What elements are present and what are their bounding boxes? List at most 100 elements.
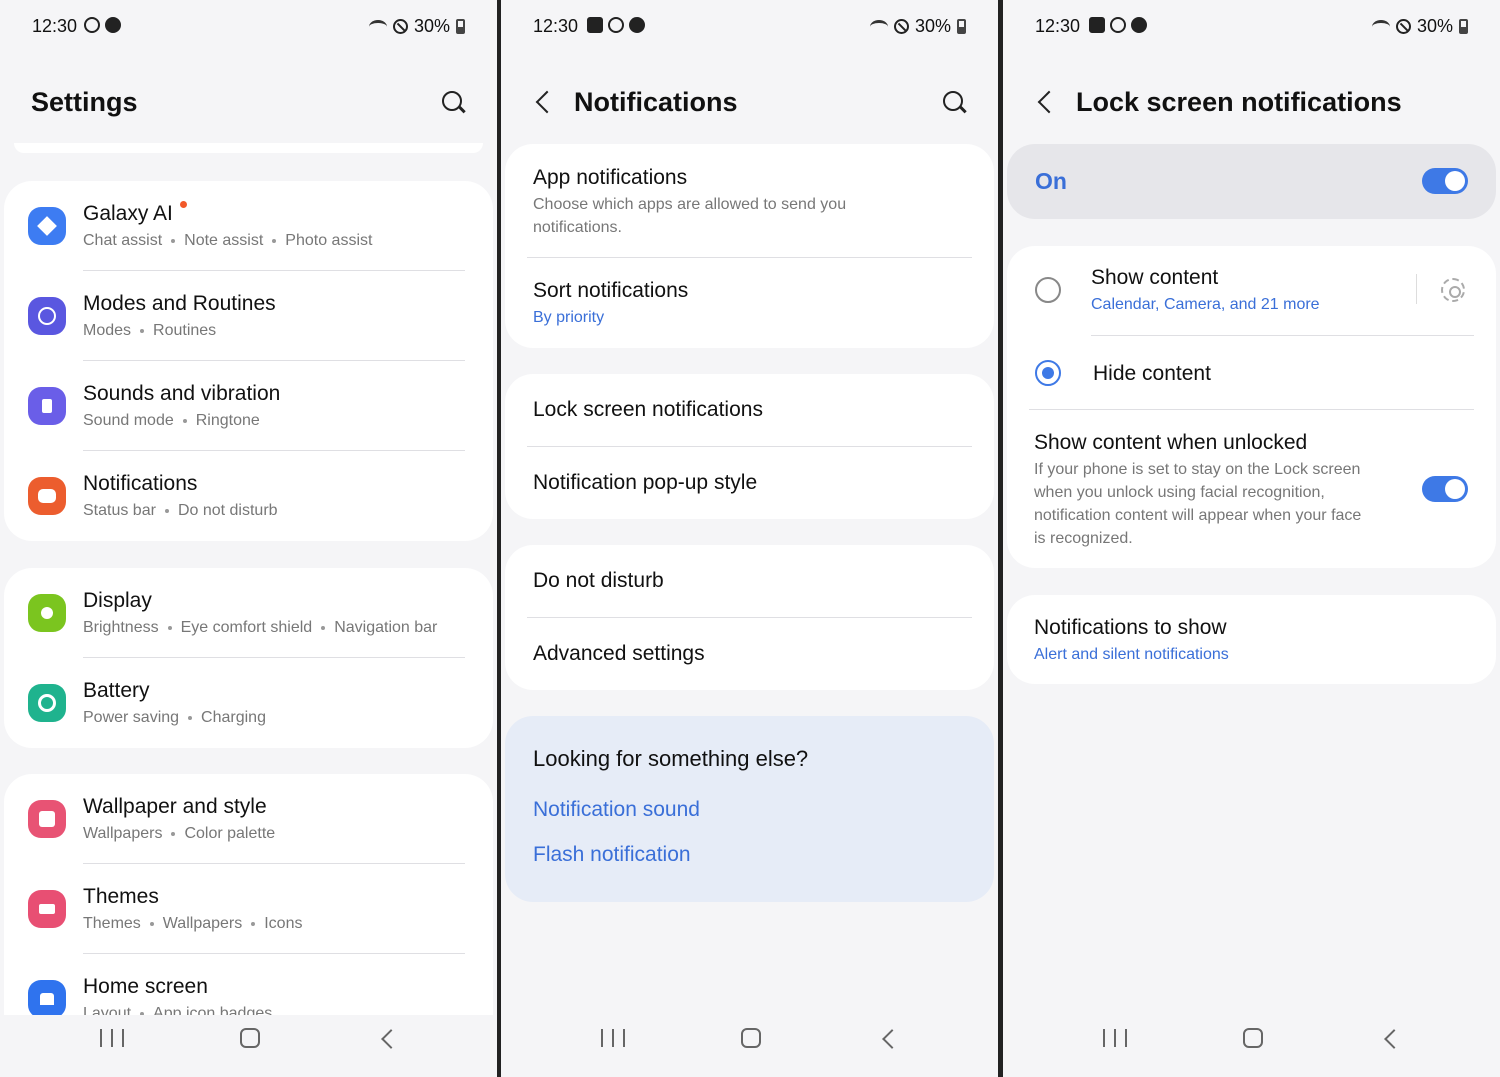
settings-item-home-screen[interactable]: Home screen Layout App icon badges <box>4 954 493 1015</box>
popup-style-item[interactable]: Notification pop-up style <box>505 447 994 519</box>
notification-sound-link[interactable]: Notification sound <box>533 798 700 822</box>
status-time: 12:30 <box>1035 16 1081 36</box>
item-description: when you unlock using facial recognition… <box>1034 484 1325 501</box>
subtitle-part: Wallpapers <box>83 825 163 842</box>
subtitle-part: Photo assist <box>285 232 373 249</box>
notifications-group-1: App notifications Choose which apps are … <box>505 144 994 348</box>
settings-item-wallpaper[interactable]: Wallpaper and style Wallpapers Color pale… <box>4 774 493 864</box>
settings-item-battery[interactable]: Battery Power saving Charging <box>4 658 493 748</box>
option-title: Hide content <box>1093 362 1211 385</box>
settings-item-subtitle: Wallpapers Color palette <box>83 825 275 843</box>
option-value: Calendar, Camera, and 21 more <box>1091 296 1320 313</box>
show-when-unlocked-item[interactable]: Show content when unlocked If your phone… <box>1007 410 1496 568</box>
wifi-icon <box>869 19 888 34</box>
notifications-to-show-card[interactable]: Notifications to show Alert and silent n… <box>1007 595 1496 684</box>
subtitle-part: Routines <box>153 322 217 339</box>
sort-notifications-item[interactable]: Sort notifications By priority <box>505 258 994 348</box>
recent-apps-icon[interactable] <box>100 1029 124 1047</box>
page-title: Settings <box>31 87 138 117</box>
settings-item-subtitle: Layout App icon badges <box>83 1005 272 1015</box>
subtitle-part: Layout <box>83 1005 132 1015</box>
back-arrow-icon[interactable] <box>1033 88 1059 118</box>
hide-content-radio[interactable] <box>1035 360 1061 386</box>
settings-item-title: Battery <box>83 679 150 702</box>
show-when-unlocked-toggle[interactable] <box>1422 476 1468 502</box>
notifications-group-2: Lock screen notifications Notification p… <box>505 374 994 519</box>
status-time: 12:30 <box>32 16 78 36</box>
gallery-icon <box>587 17 603 33</box>
advanced-settings-item[interactable]: Advanced settings <box>505 618 994 690</box>
status-time: 12:30 <box>533 16 579 36</box>
vertical-divider <box>1416 274 1417 304</box>
subtitle-part: Wallpapers <box>162 915 243 932</box>
speaker-icon <box>28 387 66 425</box>
settings-group-3: Wallpaper and style Wallpapers Color pale… <box>4 774 493 1015</box>
lock-screen-notifications-item[interactable]: Lock screen notifications <box>505 374 994 446</box>
item-value: Alert and silent notifications <box>1034 646 1229 663</box>
settings-item-modes-routines[interactable]: Modes and Routines Modes Routines <box>4 271 493 361</box>
back-nav-icon[interactable] <box>1381 1029 1401 1049</box>
sync-icon <box>1110 17 1126 33</box>
show-content-radio[interactable] <box>1035 277 1061 303</box>
settings-item-subtitle: Themes Wallpapers Icons <box>83 915 302 933</box>
item-title: Lock screen notifications <box>533 398 763 421</box>
sparkle-icon <box>28 207 66 245</box>
looking-title: Looking for something else? <box>533 746 809 771</box>
settings-item-subtitle: Status bar Do not disturb <box>83 502 278 520</box>
item-title: Show content when unlocked <box>1034 431 1308 454</box>
master-switch-label: On <box>1035 168 1067 194</box>
battery-percent: 30% <box>914 16 951 36</box>
master-switch-card[interactable]: On <box>1007 144 1496 219</box>
check-circle-icon <box>28 297 66 335</box>
settings-screen: 12:30 30% Settings Galaxy AI Chat assist… <box>0 0 497 1077</box>
settings-item-title: Modes and Routines <box>83 292 276 315</box>
back-arrow-icon[interactable] <box>531 88 557 118</box>
settings-item-subtitle: Sound mode Ringtone <box>83 412 260 430</box>
settings-item-title: Display <box>83 589 152 612</box>
app-notifications-item[interactable]: App notifications Choose which apps are … <box>505 144 994 258</box>
home-button-icon[interactable] <box>741 1028 761 1048</box>
option-title: Show content <box>1091 266 1219 289</box>
back-nav-icon[interactable] <box>879 1029 899 1049</box>
settings-item-notifications[interactable]: Notifications Status bar Do not disturb <box>4 451 493 541</box>
settings-item-display[interactable]: Display Brightness Eye comfort shield Navi… <box>4 568 493 658</box>
battery-icon <box>28 684 66 722</box>
master-toggle[interactable] <box>1422 168 1468 194</box>
lockscreen-options-card: Show content Calendar, Camera, and 21 mo… <box>1007 246 1496 568</box>
search-icon[interactable] <box>940 88 970 118</box>
page-title: Notifications <box>574 87 738 117</box>
home-icon <box>28 980 66 1015</box>
home-button-icon[interactable] <box>1243 1028 1263 1048</box>
dnd-icon <box>1395 19 1411 34</box>
flash-notification-link[interactable]: Flash notification <box>533 843 691 867</box>
recent-apps-icon[interactable] <box>1103 1029 1127 1047</box>
home-button-icon[interactable] <box>240 1028 260 1048</box>
settings-item-title: Notifications <box>83 472 198 495</box>
settings-item-title: Sounds and vibration <box>83 382 281 405</box>
search-icon[interactable] <box>439 88 469 118</box>
recent-apps-icon[interactable] <box>601 1029 625 1047</box>
settings-item-sounds[interactable]: Sounds and vibration Sound mode Ringtone <box>4 361 493 451</box>
settings-item-themes[interactable]: Themes Themes Wallpapers Icons <box>4 864 493 954</box>
notification-icon <box>28 477 66 515</box>
do-not-disturb-item[interactable]: Do not disturb <box>505 545 994 617</box>
dnd-icon <box>893 19 909 34</box>
subtitle-part: Navigation bar <box>334 619 438 636</box>
gear-icon[interactable] <box>1441 278 1465 302</box>
settings-item-title: Home screen <box>83 975 208 998</box>
notifications-group-3: Do not disturb Advanced settings <box>505 545 994 690</box>
hide-content-option[interactable]: Hide content <box>1007 336 1496 410</box>
battery-icon <box>1459 19 1468 34</box>
subtitle-part: Color palette <box>184 825 276 842</box>
subtitle-part: Icons <box>264 915 303 932</box>
item-description: notifications. <box>533 219 622 236</box>
settings-item-galaxy-ai[interactable]: Galaxy AI Chat assist Note assist Photo as… <box>4 181 493 271</box>
image-icon <box>28 800 66 838</box>
item-description: notification content will appear when yo… <box>1034 507 1362 524</box>
subtitle-part: App icon badges <box>153 1005 273 1015</box>
notifications-screen: 12:30 30% Notifications App notification… <box>501 0 998 1077</box>
settings-item-subtitle: Modes Routines <box>83 322 216 340</box>
show-content-option[interactable]: Show content Calendar, Camera, and 21 mo… <box>1007 246 1496 336</box>
back-nav-icon[interactable] <box>378 1029 398 1049</box>
settings-group-2: Display Brightness Eye comfort shield Navi… <box>4 568 493 748</box>
